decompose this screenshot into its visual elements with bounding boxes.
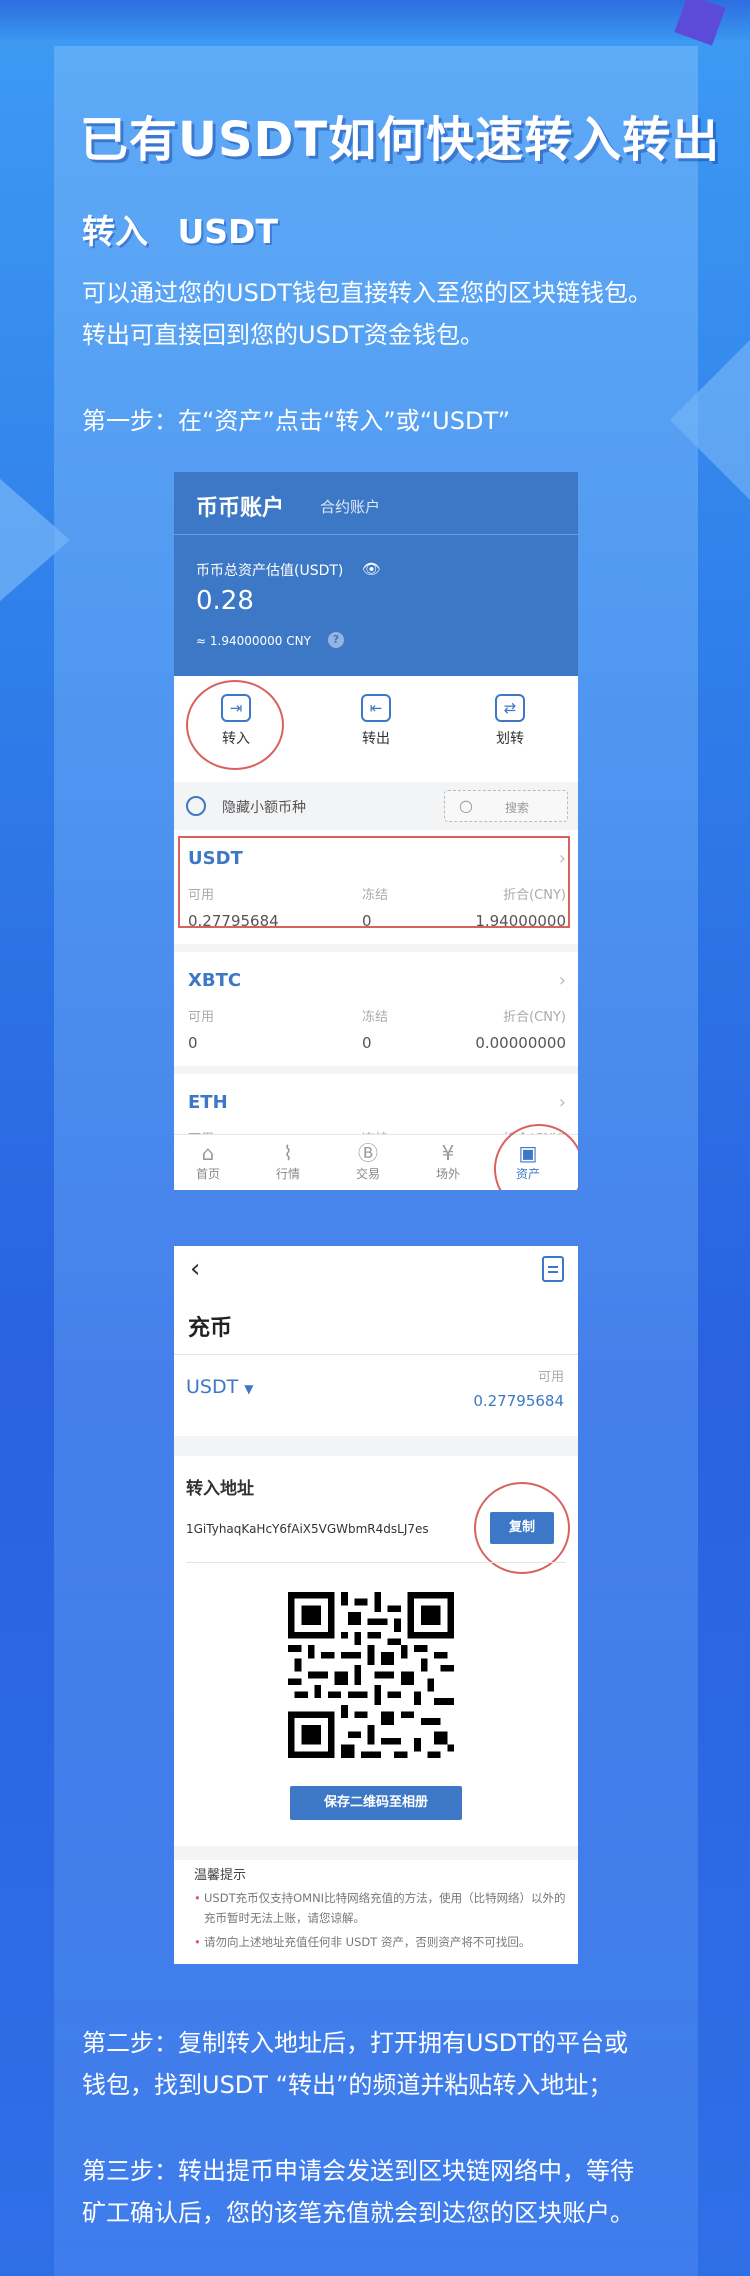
document-icon[interactable] <box>542 1256 564 1282</box>
caret-down-icon: ▼ <box>244 1382 254 1396</box>
step3-line: 第三步：转出提币申请会发送到区块链网络中，等待 <box>82 2157 634 2185</box>
deposit-address: 1GiTyhaqKaHcY6fAiX5VGWbmR4dsLJ7es <box>186 1522 429 1536</box>
section-gap <box>174 1436 578 1456</box>
tab-trade[interactable]: Ⓑ 交易 <box>338 1141 398 1182</box>
cube-decoration <box>674 0 726 46</box>
available-label: 可用 <box>537 1370 564 1385</box>
section-gap <box>174 1846 578 1860</box>
search-placeholder: 搜索 <box>505 801 530 815</box>
available-value: 0 <box>188 1034 198 1052</box>
tab-label: 行情 <box>275 1167 300 1181</box>
tab-label: 交易 <box>355 1167 380 1181</box>
tab-label: 首页 <box>195 1167 220 1181</box>
step3-text: 第三步：转出提币申请会发送到区块链网络中，等待 矿工确认后，您的该笔充值就会到达… <box>82 2150 682 2234</box>
coin-row-xbtc[interactable]: XBTC › 可用 冻结 折合(CNY) 0 0 0.00000000 <box>174 952 578 1074</box>
coin-selected: USDT <box>186 1376 239 1398</box>
col-frozen: 冻结 <box>362 1010 389 1025</box>
tips-title: 温馨提示 <box>194 1868 247 1883</box>
transfer-button[interactable]: ⇄ 划转 <box>470 694 550 748</box>
search-icon: ○ <box>459 796 473 815</box>
save-qr-button[interactable]: 保存二维码至相册 <box>290 1786 462 1820</box>
tab-home[interactable]: ⌂ 首页 <box>178 1141 238 1182</box>
search-input[interactable]: ○ 搜索 <box>444 790 568 822</box>
header-divider <box>174 534 578 535</box>
total-assets-label: 币币总资产估值(USDT) <box>196 563 344 579</box>
coin-icon: Ⓑ <box>358 1141 378 1165</box>
coin-name: ETH <box>188 1092 228 1113</box>
highlight-circle <box>186 680 284 770</box>
tab-spot-account[interactable]: 币币账户 <box>196 490 284 522</box>
step1-text: 第一步：在“资产”点击“转入”或“USDT” <box>82 407 511 435</box>
home-icon: ⌂ <box>201 1141 215 1165</box>
tip-item: 请勿向上述地址充值任何非 USDT 资产，否则资产将不可找回。 <box>194 1932 566 1952</box>
transfer-icon: ⇄ <box>495 694 525 722</box>
frozen-value: 0 <box>362 1034 372 1052</box>
deposit-title: 充币 <box>188 1316 233 1341</box>
chevron-right-icon: › <box>558 1092 566 1113</box>
page-title: 已有USDT如何快速转入转出 <box>80 112 721 168</box>
divider <box>186 1562 566 1563</box>
intro-text: 可以通过您的USDT钱包直接转入至您的区块链钱包。 转出可直接回到您的USDT资… <box>82 272 682 356</box>
wallet-out-icon: ⇤ <box>361 694 391 722</box>
highlight-circle <box>474 1482 570 1574</box>
withdraw-label: 转出 <box>362 731 390 747</box>
step2-text: 第二步：复制转入地址后，打开拥有USDT的平台或 钱包，找到USDT “转出”的… <box>82 2022 682 2106</box>
total-assets-value: 0.28 <box>196 586 254 616</box>
cny-value: 0.00000000 <box>475 1034 566 1052</box>
intro-line: 转出可直接回到您的USDT资金钱包。 <box>82 321 484 349</box>
intro-line: 可以通过您的USDT钱包直接转入至您的区块链钱包。 <box>82 279 652 307</box>
chart-icon: ⌇ <box>283 1141 293 1165</box>
coin-name: XBTC <box>188 970 242 991</box>
deposit-screenshot: ‹ 充币 USDT ▼ 可用 0.27795684 转入地址 1GiTyhaqK… <box>174 1246 578 1964</box>
available-value: 0.27795684 <box>473 1392 564 1410</box>
col-cny: 折合(CNY) <box>503 1010 566 1025</box>
yen-icon: ¥ <box>441 1141 455 1165</box>
back-icon[interactable]: ‹ <box>190 1254 200 1284</box>
assets-header: 币币账户 合约账户 币币总资产估值(USDT) 👁 0.28 ≈ 1.94000… <box>174 472 578 676</box>
top-band <box>0 0 750 40</box>
eye-icon[interactable]: 👁 <box>362 560 381 578</box>
help-icon[interactable]: ? <box>328 632 344 648</box>
assets-screenshot: 币币账户 合约账户 币币总资产估值(USDT) 👁 0.28 ≈ 1.94000… <box>174 472 578 1190</box>
cny-value: ≈ 1.94000000 CNY <box>196 634 311 648</box>
step3-line: 矿工确认后，您的该笔充值就会到达您的区块账户。 <box>82 2199 634 2227</box>
col-available: 可用 <box>188 1010 215 1025</box>
page-subtitle: 转入 USDT <box>82 212 278 251</box>
tab-label: 场外 <box>435 1167 460 1181</box>
action-row: ⇥ 转入 ⇤ 转出 ⇄ 划转 <box>174 676 578 782</box>
address-title: 转入地址 <box>186 1479 254 1499</box>
highlight-box <box>178 836 570 928</box>
tab-market[interactable]: ⌇ 行情 <box>258 1141 318 1182</box>
step2-line: 第二步：复制转入地址后，打开拥有USDT的平台或 <box>82 2029 628 2057</box>
qr-code <box>288 1592 454 1758</box>
tab-contract-account[interactable]: 合约账户 <box>320 496 380 517</box>
chevron-right-icon: › <box>558 970 566 991</box>
hide-small-label: 隐藏小额币种 <box>222 800 306 816</box>
divider <box>174 1354 578 1355</box>
tab-otc[interactable]: ¥ 场外 <box>418 1141 478 1182</box>
withdraw-button[interactable]: ⇤ 转出 <box>336 694 416 748</box>
transfer-label: 划转 <box>496 731 524 747</box>
filter-bar: 隐藏小额币种 ○ 搜索 <box>174 782 578 830</box>
hide-small-radio[interactable] <box>186 796 206 816</box>
tip-item: USDT充币仅支持OMNI比特网络充值的方法，使用（比特网络）以外的充币暂时无法… <box>194 1888 566 1928</box>
step2-line: 钱包，找到USDT “转出”的频道并粘贴转入地址； <box>82 2071 613 2099</box>
coin-selector[interactable]: USDT ▼ <box>186 1376 254 1398</box>
